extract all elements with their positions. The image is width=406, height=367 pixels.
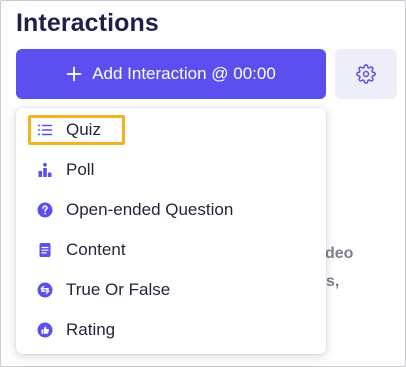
menu-item-label: Rating <box>66 320 116 339</box>
list-icon <box>37 124 53 136</box>
poll-icon <box>38 162 52 177</box>
interactions-panel: Interactions Add Interaction @ 00:00 deo… <box>0 0 406 367</box>
menu-item-label: Content <box>66 240 126 259</box>
menu-item-content[interactable]: Content <box>16 232 326 268</box>
menu-item-label: Quiz <box>66 120 101 139</box>
background-text-fragment: deo <box>325 245 354 262</box>
settings-button[interactable] <box>335 49 397 99</box>
document-icon <box>39 243 51 257</box>
menu-item-poll[interactable]: Poll <box>16 152 326 188</box>
add-interaction-button[interactable]: Add Interaction @ 00:00 <box>16 49 326 99</box>
add-interaction-label: Add Interaction @ 00:00 <box>92 64 276 83</box>
gear-icon <box>356 64 376 84</box>
menu-item-rating[interactable]: Rating <box>16 312 326 348</box>
interaction-type-menu: Quiz Poll Open-ended Question Content Tr… <box>16 108 326 354</box>
menu-item-true-or-false[interactable]: True Or False <box>16 272 326 308</box>
menu-item-label: Open-ended Question <box>66 200 234 219</box>
plus-icon <box>66 66 82 82</box>
thumbs-up-icon <box>37 322 53 338</box>
menu-item-label: Poll <box>66 160 95 179</box>
menu-item-open-ended-question[interactable]: Open-ended Question <box>16 192 326 228</box>
menu-item-quiz[interactable]: Quiz <box>16 112 326 148</box>
true-false-icon <box>37 282 53 298</box>
menu-item-label: True Or False <box>66 280 171 299</box>
question-icon <box>37 202 53 218</box>
background-text-fragment: s, <box>326 273 340 290</box>
panel-title: Interactions <box>16 9 159 37</box>
